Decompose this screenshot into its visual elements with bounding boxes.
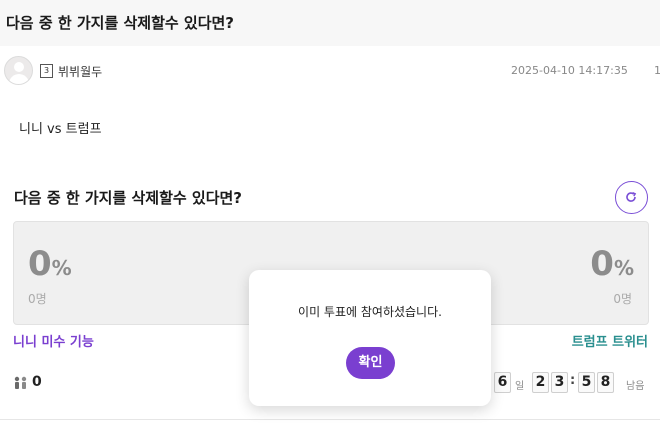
- alert-modal: 이미 투표에 참여하셨습니다. 확인: [249, 270, 491, 406]
- people-icon: [14, 376, 27, 389]
- countdown-timer: 6 일 2 3 : 5 8 남음: [494, 372, 656, 394]
- timer-minute-digit: 5: [578, 372, 595, 393]
- post-header: 다음 중 한 가지를 삭제할수 있다면?: [0, 0, 660, 46]
- timer-hour-digit: 3: [551, 372, 568, 393]
- confirm-button[interactable]: 확인: [346, 347, 395, 379]
- author-name[interactable]: 뷔뷔월두: [58, 63, 102, 80]
- refresh-button[interactable]: [615, 181, 648, 214]
- divider: [0, 419, 660, 420]
- poll-title: 다음 중 한 가지를 삭제할수 있다면?: [14, 189, 243, 207]
- percent-sign: %: [613, 256, 634, 280]
- refresh-icon: [626, 191, 637, 202]
- poll-option-right[interactable]: 트럼프 트위터: [572, 331, 648, 350]
- option-left-votes: 0명: [28, 292, 47, 306]
- timer-hour-digit: 2: [532, 372, 549, 393]
- author-row: 3 뷔뷔월두 2025-04-10 14:17:35 1: [0, 54, 660, 88]
- modal-message: 이미 투표에 참여하셨습니다.: [298, 305, 442, 319]
- participant-count: 0: [32, 374, 42, 390]
- post-date: 2025-04-10 14:17:35: [511, 64, 628, 77]
- avatar-head-shape: [14, 62, 24, 72]
- option-left-percent: 0%: [28, 244, 72, 284]
- option-right-percent-value: 0: [590, 244, 614, 284]
- timer-minute-digit: 8: [597, 372, 614, 393]
- option-left-percent-value: 0: [28, 244, 52, 284]
- option-right-votes: 0명: [613, 292, 632, 306]
- timer-separator: :: [570, 373, 576, 388]
- avatar[interactable]: [4, 56, 33, 85]
- timer-day-label: 일: [515, 381, 525, 392]
- timer-day-digit: 6: [494, 372, 511, 393]
- post-views: 1: [654, 64, 660, 77]
- poll-option-left[interactable]: 니니 미수 기능: [13, 331, 94, 350]
- avatar-body-shape: [9, 74, 29, 84]
- option-right-percent: 0%: [590, 244, 634, 284]
- percent-sign: %: [51, 256, 72, 280]
- timer-remaining-label: 남음: [626, 381, 645, 392]
- user-level-badge: 3: [40, 64, 53, 78]
- page-title: 다음 중 한 가지를 삭제할수 있다면?: [6, 14, 235, 32]
- post-body: 니니 vs 트럼프: [19, 122, 102, 137]
